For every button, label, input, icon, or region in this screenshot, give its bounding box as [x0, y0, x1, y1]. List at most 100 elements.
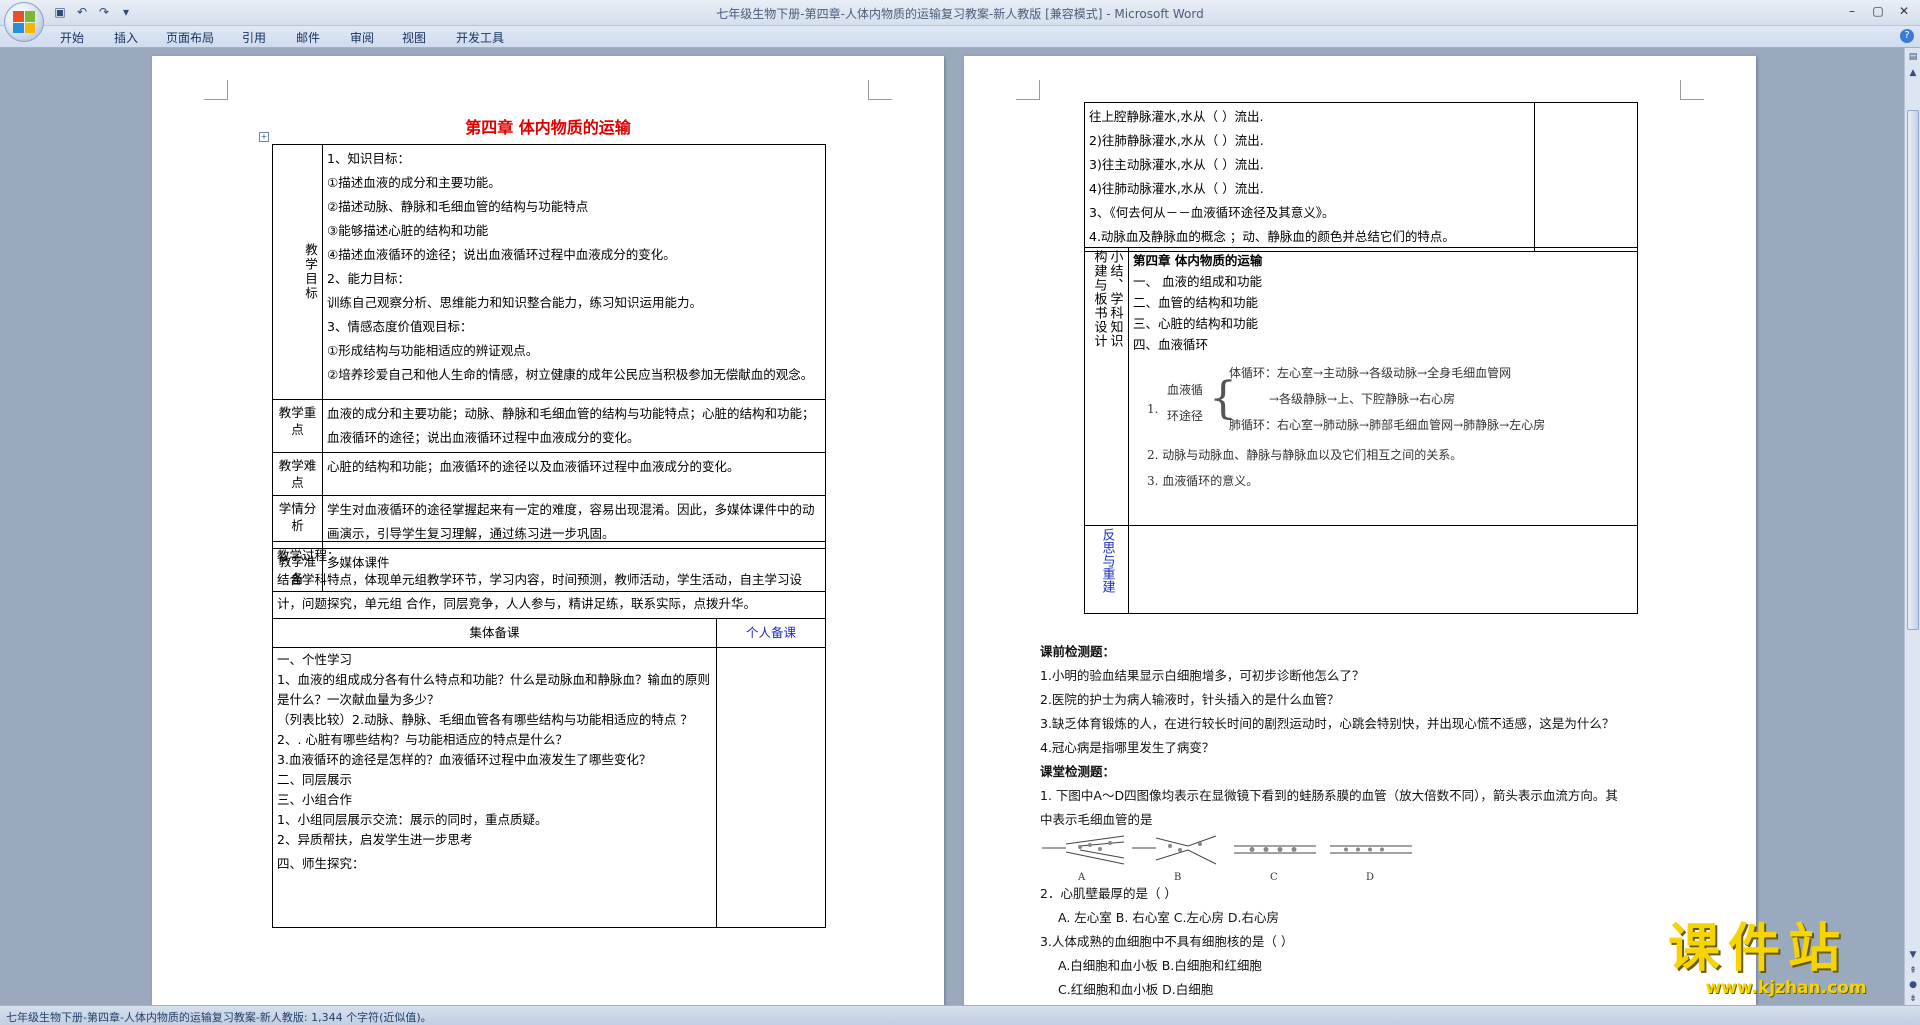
scroll-down-icon[interactable]: ▼ — [1906, 948, 1920, 962]
process-text: 结合学科特点，体现单元组教学环节，学习内容，时间预测，教师活动，学生活动，自主学… — [277, 572, 803, 611]
summary-item: 二、血管的结构和功能 — [1133, 295, 1259, 310]
test-section: 课前检测题： 1.小明的验血结果显示白细胞增多，可初步诊断他怎么了？ 2.医院的… — [1040, 640, 1720, 1002]
key-points-cell[interactable]: 血液的成分和主要功能；动脉、静脉和毛细血管的结构与功能特点；心脏的结构和功能；血… — [322, 399, 826, 453]
personal-header: 个人备课 — [716, 618, 826, 648]
summary-table: 构建与板书设计 小结、学科知识 第四章 体内物质的运输 一、 血液的组成和功能 … — [1084, 247, 1638, 614]
vessel-diagram-icon — [1042, 835, 1412, 865]
table-row: 教学过程： 结合学科特点，体现单元组教学环节，学习内容，时间预测，教师活动，学生… — [272, 541, 826, 619]
table-row: 教学难点 心脏的结构和功能；血液循环的途径以及血液循环过程中血液成分的变化。 — [272, 452, 826, 496]
row-label: 教学目标 — [272, 144, 323, 400]
answer-options[interactable]: A.白细胞和血小板 B.白细胞和红细胞 — [1040, 954, 1720, 978]
diagram-path-label: 血液循环途径 — [1167, 383, 1204, 423]
summary-item: 一、 血液的组成和功能 — [1133, 274, 1262, 289]
previous-page-icon[interactable]: ⇞ — [1906, 964, 1920, 978]
table-row: 构建与板书设计 小结、学科知识 第四章 体内物质的运输 一、 血液的组成和功能 … — [1084, 247, 1638, 526]
figure-label: D — [1366, 872, 1375, 883]
document-page-1: 第四章 体内物质的运输 + 教学目标 1、知识目标： ①描述血液的成分和主要功能… — [152, 56, 944, 1005]
watermark-main: 课件站 — [1668, 918, 1849, 979]
help-icon[interactable]: ? — [1900, 29, 1914, 43]
table-row: 往上腔静脉灌水,水从（ ）流出. 2)往肺静脉灌水,水从（ ）流出. 3)往主动… — [1084, 102, 1638, 252]
personal-notes-cell[interactable] — [1534, 102, 1638, 252]
step-line: 四、师生探究： — [277, 856, 365, 871]
summary-item: 四、血液循环 — [1133, 337, 1209, 352]
question-line[interactable]: 4.冠心病是指哪里发生了病变？ — [1040, 736, 1720, 760]
crop-mark — [1016, 80, 1040, 100]
lesson-plan-table: 教学目标 1、知识目标： ①描述血液的成分和主要功能。 ②描述动脉、静脉和毛细血… — [272, 144, 826, 592]
reflect-label: 反思与重建 — [1099, 528, 1115, 593]
tab-developer[interactable]: 开发工具 — [456, 29, 504, 46]
steps-cell[interactable]: 一、个性学习 1、血液的组成成分各有什么特点和功能？什么是动脉血和静脉血？输血的… — [272, 647, 717, 928]
question-line[interactable]: 3.缺乏体育锻炼的人，在进行较长时间的剧烈运动时，心跳会特别快，并出现心慌不适感… — [1040, 712, 1720, 736]
pre-test-title: 课前检测题： — [1040, 644, 1116, 659]
step-line: 2、异质帮扶，启发学生进一步思考 — [277, 832, 473, 847]
question-line[interactable]: 3.人体成熟的血细胞中不具有细胞核的是（ ） — [1040, 930, 1720, 954]
summary-title: 第四章 体内物质的运输 — [1133, 253, 1263, 268]
summary-label-a: 构建与板书设计 — [1091, 250, 1107, 348]
figure-label: C — [1270, 872, 1278, 883]
tab-review[interactable]: 审阅 — [350, 29, 374, 46]
close-icon[interactable]: ✕ — [1892, 2, 1916, 20]
answer-options[interactable]: A. 左心室 B. 右心室 C.左心房 D.右心房 — [1040, 906, 1720, 930]
scroll-up-icon[interactable]: ▲ — [1906, 66, 1920, 80]
diagram-item: 3. 血液循环的意义。 — [1147, 474, 1259, 488]
status-word-count[interactable]: 七年级生物下册-第四章-人体内物质的运输复习教案-新人教版: 1,344 个字符… — [6, 1009, 432, 1025]
step-line: （列表比较）2.动脉、静脉、毛细血管各有哪些结构与功能相适应的特点 ？ — [277, 712, 693, 727]
window-controls: – ▢ ✕ — [1840, 2, 1916, 20]
objective-line: ④描述血液循环的途径；说出血液循环过程中血液成分的变化。 — [327, 247, 676, 262]
ruler-toggle-icon[interactable]: ▤ — [1906, 50, 1920, 64]
question-line[interactable]: 2．心肌壁最厚的是（ ） — [1040, 882, 1720, 906]
experiment-cell[interactable]: 往上腔静脉灌水,水从（ ）流出. 2)往肺静脉灌水,水从（ ）流出. 3)往主动… — [1084, 102, 1535, 252]
objective-line: 训练自己观察分析、思维能力和知识整合能力，练习知识运用能力。 — [327, 295, 703, 310]
browse-object-icon[interactable]: ● — [1906, 978, 1920, 992]
step-line: 三、小组合作 — [277, 792, 353, 807]
crop-mark — [868, 80, 892, 100]
summary-item: 三、心脏的结构和功能 — [1133, 316, 1259, 331]
experiment-line: 3、《何去何从－－血液循环途径及其意义》。 — [1089, 205, 1335, 220]
table-row: 一、个性学习 1、血液的组成成分各有什么特点和功能？什么是动脉血和静脉血？输血的… — [272, 647, 826, 928]
ribbon-tabs: 开始 插入 页面布局 引用 邮件 审阅 视图 开发工具 ? — [0, 26, 1920, 48]
personal-notes-cell[interactable] — [716, 647, 826, 928]
office-button[interactable] — [4, 2, 44, 42]
figure-label: A — [1078, 872, 1086, 883]
tab-home[interactable]: 开始 — [60, 29, 84, 46]
step-line: 3.血液循环的途径是怎样的？血液循环过程中血液发生了哪些变化？ — [277, 752, 652, 767]
tab-insert[interactable]: 插入 — [114, 29, 138, 46]
next-page-icon[interactable]: ⇟ — [1906, 992, 1920, 1004]
question-line[interactable]: 1.小明的验血结果显示白细胞增多，可初步诊断他怎么了？ — [1040, 664, 1720, 688]
figure-label: B — [1174, 872, 1182, 883]
tab-page-layout[interactable]: 页面布局 — [166, 29, 214, 46]
maximize-icon[interactable]: ▢ — [1866, 2, 1890, 20]
question-line[interactable]: 2.医院的护士为病人输液时，针头插入的是什么血管？ — [1040, 688, 1720, 712]
table-move-handle-icon[interactable]: + — [259, 132, 269, 142]
experiment-line: 4)往肺动脉灌水,水从（ ）流出. — [1089, 181, 1264, 196]
summary-cell[interactable]: 第四章 体内物质的运输 一、 血液的组成和功能 二、血管的结构和功能 三、心脏的… — [1128, 247, 1638, 526]
tab-view[interactable]: 视图 — [402, 29, 426, 46]
question-line[interactable]: 1. 下图中A～D四图像均表示在显微镜下看到的蛙肠系膜的血管（放大倍数不同），箭… — [1040, 784, 1720, 808]
reflect-label-cell: 反思与重建 — [1084, 525, 1129, 614]
vertical-scrollbar[interactable]: ▤ ▲ ▼ ⇞ ● ⇟ — [1904, 48, 1920, 1005]
difficulties-cell[interactable]: 心脏的结构和功能；血液循环的途径以及血液循环过程中血液成分的变化。 — [322, 452, 826, 496]
question-line[interactable]: 中表示毛细血管的是 — [1040, 808, 1720, 832]
objective-line: 2、能力目标： — [327, 271, 410, 286]
scroll-thumb[interactable] — [1907, 110, 1919, 630]
diagram-item: 2. 动脉与动脉血、静脉与静脉血以及它们相互之间的关系。 — [1147, 448, 1463, 462]
vessel-figure: A B C D — [1040, 832, 1720, 883]
continued-table: 往上腔静脉灌水,水从（ ）流出. 2)往肺静脉灌水,水从（ ）流出. 3)往主动… — [1084, 102, 1638, 252]
step-line: 二、同层展示 — [277, 772, 353, 787]
kjzhan-watermark-logo: 课件站 www.kjzhan.com — [1668, 920, 1904, 1004]
step-line: 一、个性学习 — [277, 652, 353, 667]
circulation-diagram: 1. 血液循环途径 { 体循环：左心室→主动脉→各级动脉→全身毛细血管网 →各级… — [1133, 355, 1633, 503]
watermark-url: www.kjzhan.com — [1705, 978, 1867, 998]
step-line: 1、血液的组成成分各有什么特点和功能？什么是动脉血和静脉血？输血的原则是什么？一… — [277, 672, 710, 707]
class-test-title: 课堂检测题： — [1040, 764, 1116, 779]
minimize-icon[interactable]: – — [1840, 2, 1864, 20]
objectives-cell[interactable]: 1、知识目标： ①描述血液的成分和主要功能。 ②描述动脉、静脉和毛细血管的结构与… — [322, 144, 826, 400]
summary-label-cell: 构建与板书设计 小结、学科知识 — [1084, 247, 1129, 526]
process-cell[interactable]: 教学过程： 结合学科特点，体现单元组教学环节，学习内容，时间预测，教师活动，学生… — [272, 541, 826, 619]
tab-references[interactable]: 引用 — [242, 29, 266, 46]
answer-options[interactable]: C.红细胞和血小板 D.白细胞 — [1040, 978, 1720, 1002]
reflect-cell[interactable] — [1128, 525, 1638, 614]
step-line: 2、. 心脏有哪些结构？与功能相适应的特点是什么？ — [277, 732, 568, 747]
step-line: 1、小组同层展示交流：展示的同时，重点质疑。 — [277, 812, 548, 827]
tab-mailings[interactable]: 邮件 — [296, 29, 320, 46]
